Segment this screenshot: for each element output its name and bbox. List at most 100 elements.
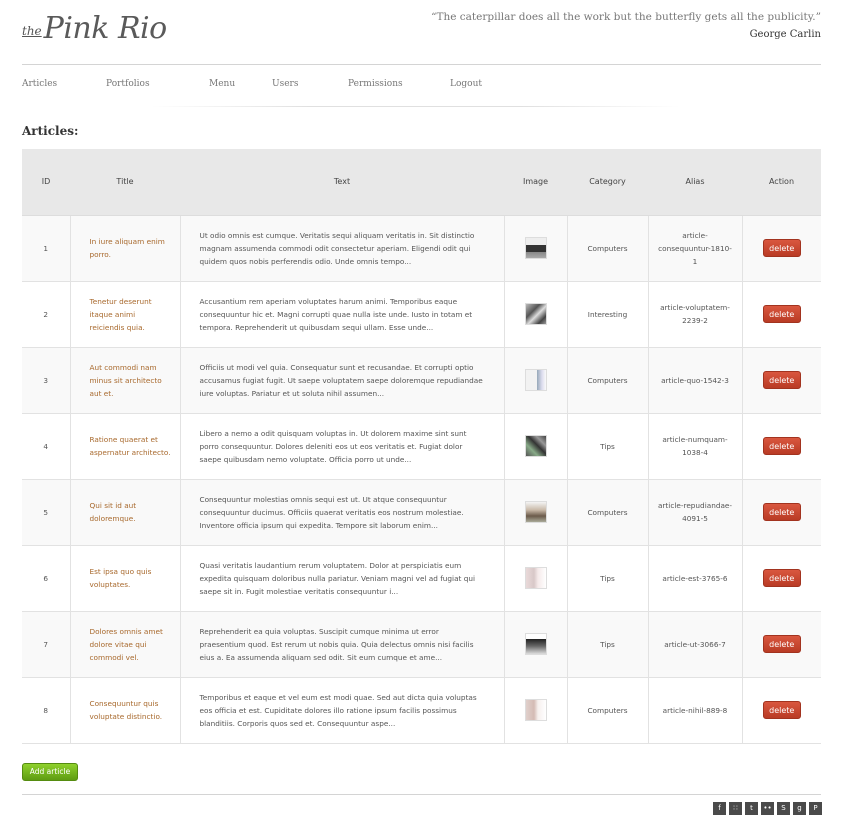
table-row: 8 Consequuntur quis voluptate distinctio… (22, 677, 821, 744)
cell-title-link[interactable]: Dolores omnis amet dolore vitae qui comm… (70, 611, 181, 678)
cell-alias: article-ut-3066-7 (648, 611, 743, 678)
pinterest-icon[interactable]: P (809, 802, 822, 815)
column-header-text[interactable]: Text (180, 149, 504, 216)
article-thumbnail[interactable] (524, 633, 547, 655)
flickr-icon[interactable]: •• (761, 802, 774, 815)
add-article-button[interactable]: Add article (22, 763, 78, 781)
article-thumbnail[interactable] (524, 435, 547, 457)
cell-alias: article-quo-1542-3 (648, 347, 743, 414)
article-thumbnail[interactable] (524, 699, 547, 721)
cell-category: Tips (567, 413, 649, 480)
cell-category: Tips (567, 545, 649, 612)
cell-id: 1 (22, 215, 71, 282)
cell-text: Quasi veritatis laudantium rerum volupta… (180, 545, 505, 612)
cell-title-link[interactable]: Aut commodi nam minus sit architecto aut… (70, 347, 181, 414)
cell-category: Computers (567, 215, 649, 282)
cell-title-link[interactable]: Consequuntur quis voluptate distinctio. (70, 677, 181, 744)
articles-table: ID Title Text Image Category Alias Actio… (22, 149, 821, 744)
cell-title-link[interactable]: Qui sit id aut doloremque. (70, 479, 181, 546)
page-title: Articles: (22, 124, 79, 138)
column-header-category[interactable]: Category (567, 149, 648, 216)
article-thumbnail[interactable] (524, 501, 547, 523)
cell-image (504, 545, 568, 612)
cell-action: delete (742, 215, 821, 282)
cell-image (504, 281, 568, 348)
cell-category: Computers (567, 479, 649, 546)
cell-alias: article-est-3765-6 (648, 545, 743, 612)
cell-image (504, 479, 568, 546)
column-header-alias[interactable]: Alias (648, 149, 742, 216)
nav-item-menu[interactable]: Menu (209, 79, 272, 89)
cell-action: delete (742, 677, 821, 744)
cell-text: Accusantium rem aperiam voluptates harum… (180, 281, 505, 348)
nav-shadow (150, 106, 680, 107)
column-header-title[interactable]: Title (70, 149, 180, 216)
cell-category: Interesting (567, 281, 649, 348)
social-links: f ∷ t •• S g P (713, 802, 822, 815)
cell-action: delete (742, 545, 821, 612)
delete-button[interactable]: delete (762, 239, 801, 257)
cell-id: 8 (22, 677, 71, 744)
table-row: 3 Aut commodi nam minus sit architecto a… (22, 347, 821, 414)
cell-alias: article-nihil-889-8 (648, 677, 743, 744)
logo-prefix: the (22, 24, 42, 38)
cell-title-link[interactable]: Ratione quaerat et aspernatur architecto… (70, 413, 181, 480)
nav-item-users[interactable]: Users (272, 79, 348, 89)
delete-button[interactable]: delete (762, 305, 801, 323)
cell-category: Computers (567, 677, 649, 744)
article-thumbnail[interactable] (524, 303, 547, 325)
nav-item-portfolios[interactable]: Portfolios (106, 79, 209, 89)
cell-text: Reprehenderit ea quia voluptas. Suscipit… (180, 611, 505, 678)
cell-id: 6 (22, 545, 71, 612)
nav-item-articles[interactable]: Articles (22, 79, 106, 89)
table-row: 1 In iure aliquam enim porro. Ut odio om… (22, 215, 821, 282)
column-header-action[interactable]: Action (742, 149, 821, 216)
table-row: 5 Qui sit id aut doloremque. Consequuntu… (22, 479, 821, 546)
cell-id: 2 (22, 281, 71, 348)
cell-image (504, 677, 568, 744)
article-thumbnail[interactable] (524, 369, 547, 391)
cell-title-link[interactable]: In iure aliquam enim porro. (70, 215, 181, 282)
cell-action: delete (742, 347, 821, 414)
cell-image (504, 413, 568, 480)
cell-title-link[interactable]: Tenetur deserunt itaque animi reiciendis… (70, 281, 181, 348)
cell-text: Ut odio omnis est cumque. Veritatis sequ… (180, 215, 505, 282)
table-row: 7 Dolores omnis amet dolore vitae qui co… (22, 611, 821, 678)
cell-action: delete (742, 479, 821, 546)
footer-divider (22, 794, 821, 795)
facebook-icon[interactable]: f (713, 802, 726, 815)
cell-alias: article-consequuntur-1810-1 (648, 215, 743, 282)
nav-item-permissions[interactable]: Permissions (348, 79, 450, 89)
cell-id: 7 (22, 611, 71, 678)
google-plus-icon[interactable]: g (793, 802, 806, 815)
site-logo[interactable]: the Pink Rio (22, 6, 167, 46)
delete-button[interactable]: delete (762, 701, 801, 719)
logo-name: Pink Rio (43, 11, 168, 46)
nav-item-logout[interactable]: Logout (450, 79, 500, 89)
article-thumbnail[interactable] (524, 237, 547, 259)
column-header-id[interactable]: ID (22, 149, 70, 216)
cell-action: delete (742, 281, 821, 348)
main-nav: Articles Portfolios Menu Users Permissio… (22, 79, 500, 89)
delete-button[interactable]: delete (762, 371, 801, 389)
table-row: 4 Ratione quaerat et aspernatur architec… (22, 413, 821, 480)
delete-button[interactable]: delete (762, 503, 801, 521)
cell-text: Officiis ut modi vel quia. Consequatur s… (180, 347, 505, 414)
header-divider (22, 64, 821, 65)
column-header-image[interactable]: Image (504, 149, 567, 216)
cell-title-link[interactable]: Est ipsa quo quis voluptates. (70, 545, 181, 612)
cell-text: Libero a nemo a odit quisquam voluptas i… (180, 413, 505, 480)
rss-icon[interactable]: ∷ (729, 802, 742, 815)
cell-action: delete (742, 413, 821, 480)
delete-button[interactable]: delete (762, 569, 801, 587)
cell-alias: article-voluptatem-2239-2 (648, 281, 743, 348)
delete-button[interactable]: delete (762, 437, 801, 455)
table-row: 2 Tenetur deserunt itaque animi reiciend… (22, 281, 821, 348)
cell-image (504, 215, 568, 282)
table-row: 6 Est ipsa quo quis voluptates. Quasi ve… (22, 545, 821, 612)
skype-icon[interactable]: S (777, 802, 790, 815)
cell-alias: article-repudiandae-4091-5 (648, 479, 743, 546)
twitter-icon[interactable]: t (745, 802, 758, 815)
article-thumbnail[interactable] (524, 567, 547, 589)
delete-button[interactable]: delete (762, 635, 801, 653)
